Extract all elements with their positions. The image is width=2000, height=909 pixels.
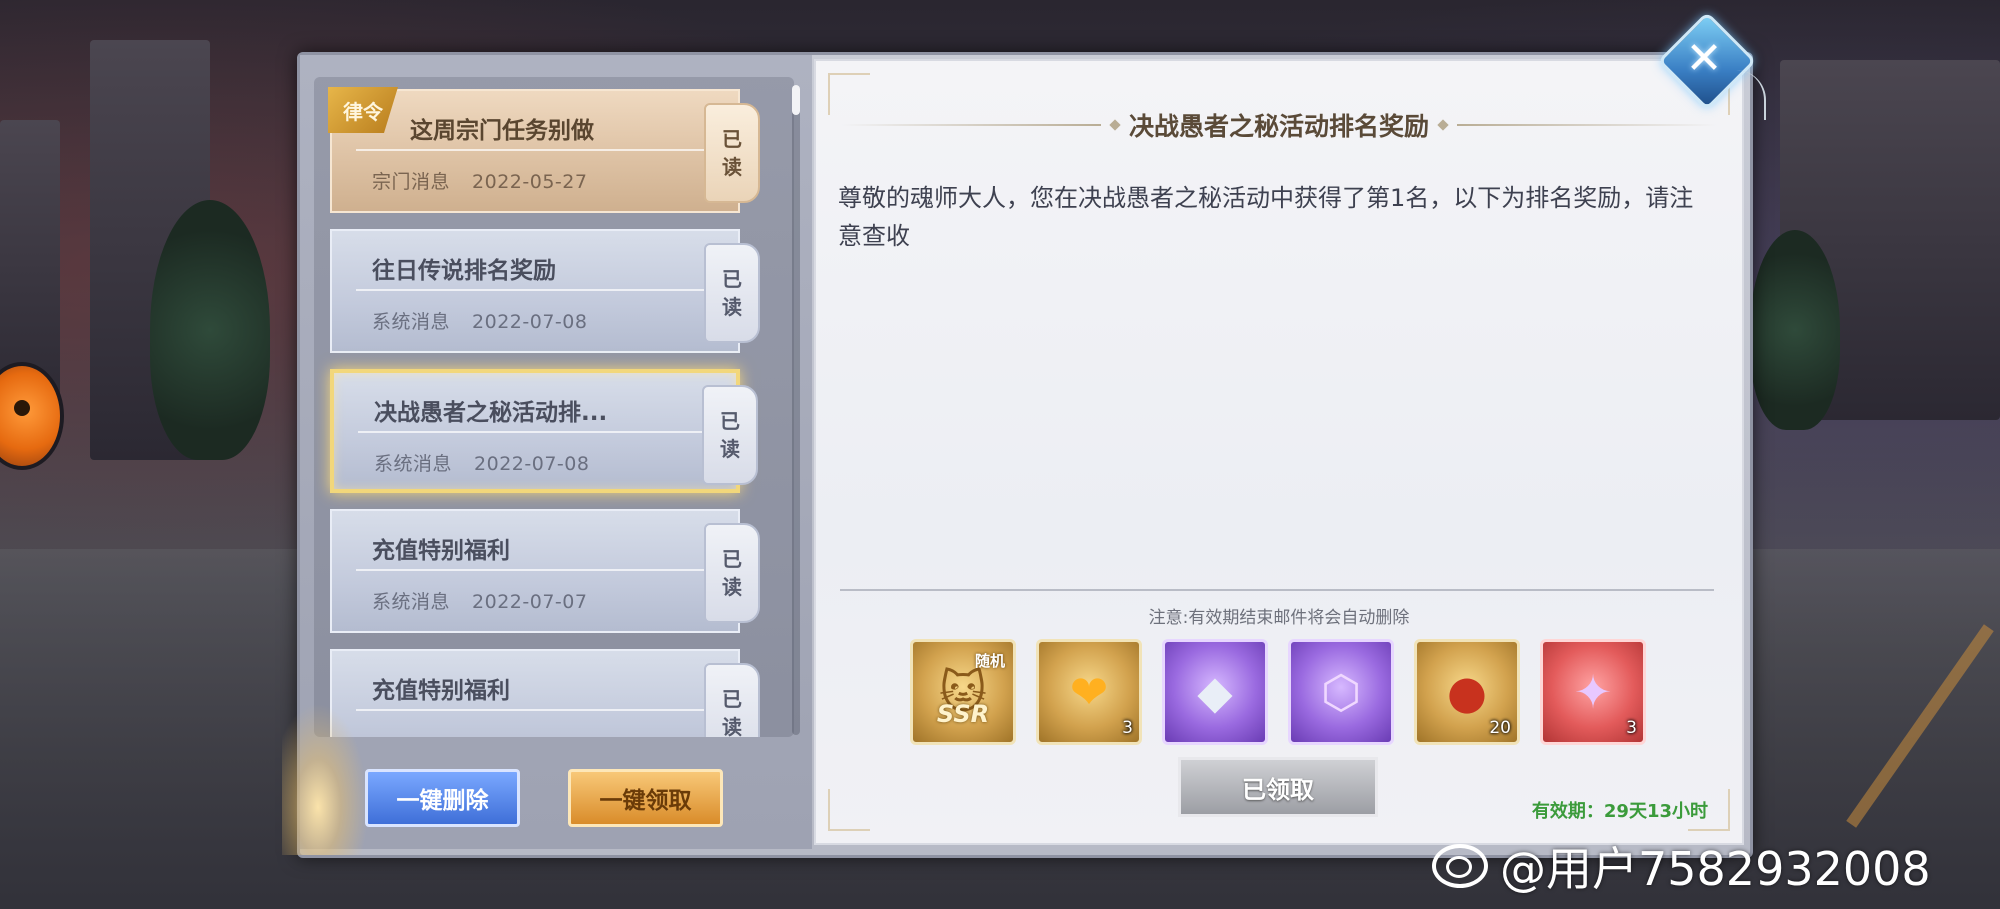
mail-divider bbox=[358, 431, 718, 433]
attachment-item[interactable]: 🐱 随机 SSR bbox=[910, 639, 1016, 745]
scroll-thumb[interactable] bbox=[792, 85, 800, 115]
mail-title: 往日传说排名奖励 bbox=[372, 258, 556, 284]
weibo-watermark: @用户7582932008 bbox=[1432, 836, 1931, 896]
title-ornament bbox=[1109, 119, 1121, 131]
mail-date: 2022-07-08 bbox=[472, 311, 588, 333]
read-tag-char: 已 bbox=[722, 687, 742, 711]
read-tag-char: 已 bbox=[722, 547, 742, 571]
mail-meta: 宗门消息 2022-05-27 bbox=[372, 167, 587, 194]
read-tag-char: 已 bbox=[722, 267, 742, 291]
read-tag: 已读 bbox=[704, 103, 760, 203]
mail-divider bbox=[356, 709, 720, 711]
read-tag-char: 已 bbox=[720, 409, 740, 433]
close-button-string bbox=[1734, 70, 1766, 120]
mail-list-scrollbar[interactable] bbox=[792, 85, 800, 735]
crystal-ore-icon: ◆ bbox=[1197, 665, 1233, 719]
title-line bbox=[840, 124, 1101, 126]
background-tree-right bbox=[1750, 230, 1840, 430]
letter-title: 决战愚者之秘活动排名奖励 bbox=[1128, 112, 1429, 141]
mail-title: 充值特别福利 bbox=[372, 678, 510, 704]
read-tag-char: 读 bbox=[720, 437, 740, 461]
golden-heart-icon: ❤ bbox=[1069, 665, 1109, 719]
pet-eye bbox=[14, 400, 30, 416]
title-line bbox=[1457, 124, 1717, 126]
golden-vine-ornament bbox=[282, 695, 372, 855]
title-ornament bbox=[1437, 119, 1449, 131]
random-label: 随机 bbox=[974, 652, 1005, 670]
mail-title: 充值特别福利 bbox=[372, 538, 510, 564]
item-quantity: 3 bbox=[1122, 718, 1133, 738]
mail-date: 2022-07-08 bbox=[474, 453, 590, 475]
red-pouch-icon: ● bbox=[1446, 665, 1488, 719]
weibo-logo-icon bbox=[1432, 844, 1488, 888]
mail-date: 2022-07-07 bbox=[472, 591, 588, 613]
law-badge: 律令 bbox=[328, 87, 398, 133]
mail-category: 系统消息 bbox=[372, 591, 451, 613]
read-tag: 已读 bbox=[704, 243, 760, 343]
mail-meta: 系统消息 2022-07-07 bbox=[372, 587, 587, 614]
mail-date: 2022-05-27 bbox=[472, 171, 588, 193]
read-tag-char: 读 bbox=[722, 155, 742, 179]
read-tag-char: 读 bbox=[722, 575, 742, 599]
mail-divider bbox=[356, 289, 720, 291]
mailbox-window: 律令 这周宗门任务别做 宗门消息 2022-05-27 已读 往日传说排名奖励 系… bbox=[282, 52, 1753, 858]
read-tag-char: 读 bbox=[722, 295, 742, 319]
attachment-item[interactable]: ● 20 bbox=[1414, 639, 1520, 745]
ssr-label: SSR bbox=[936, 700, 990, 728]
claim-all-button[interactable]: 一键领取 bbox=[568, 769, 723, 827]
attachment-divider bbox=[840, 589, 1714, 591]
read-tag-char: 已 bbox=[722, 127, 742, 151]
letter-body: 尊敬的魂师大人，您在决战愚者之秘活动中获得了第1名，以下为排名奖励，请注意查收 bbox=[838, 184, 1694, 250]
read-tag: 已读 bbox=[702, 385, 758, 485]
claimed-button[interactable]: 已领取 bbox=[1178, 757, 1378, 817]
mail-item[interactable]: 律令 这周宗门任务别做 宗门消息 2022-05-27 已读 bbox=[328, 87, 760, 213]
mail-category: 宗门消息 bbox=[372, 171, 451, 193]
letter-title-row: 决战愚者之秘活动排名奖励 bbox=[816, 105, 1742, 145]
attachment-item[interactable]: ⬡ bbox=[1288, 639, 1394, 745]
close-icon[interactable]: ✕ bbox=[1672, 26, 1736, 90]
mail-title: 这周宗门任务别做 bbox=[410, 118, 594, 144]
watermark-text: @用户7582932008 bbox=[1500, 842, 1931, 896]
mail-category: 系统消息 bbox=[372, 311, 451, 333]
mail-category: 系统消息 bbox=[374, 453, 453, 475]
purple-hexagon-frame-icon: ⬡ bbox=[1320, 665, 1362, 719]
item-quantity: 20 bbox=[1489, 718, 1511, 738]
mail-meta: 系统消息 2022-07-08 bbox=[374, 449, 589, 476]
validity-label: 有效期：29天13小时 bbox=[1531, 801, 1708, 822]
mail-list[interactable]: 律令 这周宗门任务别做 宗门消息 2022-05-27 已读 往日传说排名奖励 系… bbox=[314, 77, 794, 737]
corner-ornament bbox=[828, 789, 870, 831]
purple-feather-icon: ✦ bbox=[1573, 665, 1613, 719]
attachment-item[interactable]: ✦ 3 bbox=[1540, 639, 1646, 745]
mail-title: 决战愚者之秘活动排... bbox=[374, 400, 608, 426]
read-tag: 已读 bbox=[704, 663, 760, 737]
mail-divider bbox=[356, 149, 720, 151]
delete-all-button[interactable]: 一键删除 bbox=[365, 769, 520, 827]
read-tag: 已读 bbox=[704, 523, 760, 623]
mail-item-selected[interactable]: 决战愚者之秘活动排... 系统消息 2022-07-08 已读 bbox=[330, 369, 758, 493]
background-tree bbox=[150, 200, 270, 460]
expiry-note: 注意:有效期结束邮件将会自动删除 bbox=[1148, 608, 1410, 628]
mail-list-panel: 律令 这周宗门任务别做 宗门消息 2022-05-27 已读 往日传说排名奖励 系… bbox=[282, 55, 812, 855]
mail-detail-panel: 决战愚者之秘活动排名奖励 尊敬的魂师大人，您在决战愚者之秘活动中获得了第1名，以… bbox=[814, 59, 1744, 845]
read-tag-char: 读 bbox=[722, 715, 742, 737]
attachment-list: 🐱 随机 SSR ❤ 3 ◆ ⬡ ● 20 ✦ 3 bbox=[910, 639, 1646, 745]
mail-item[interactable]: 充值特别福利 系统消息 2022-07-07 已读 bbox=[330, 509, 760, 633]
mail-divider bbox=[356, 569, 720, 571]
mail-item[interactable]: 充值特别福利 已读 bbox=[330, 649, 760, 737]
mail-meta: 系统消息 2022-07-08 bbox=[372, 307, 587, 334]
item-quantity: 3 bbox=[1626, 718, 1637, 738]
attachment-item[interactable]: ◆ bbox=[1162, 639, 1268, 745]
mail-item[interactable]: 往日传说排名奖励 系统消息 2022-07-08 已读 bbox=[330, 229, 760, 353]
attachment-item[interactable]: ❤ 3 bbox=[1036, 639, 1142, 745]
